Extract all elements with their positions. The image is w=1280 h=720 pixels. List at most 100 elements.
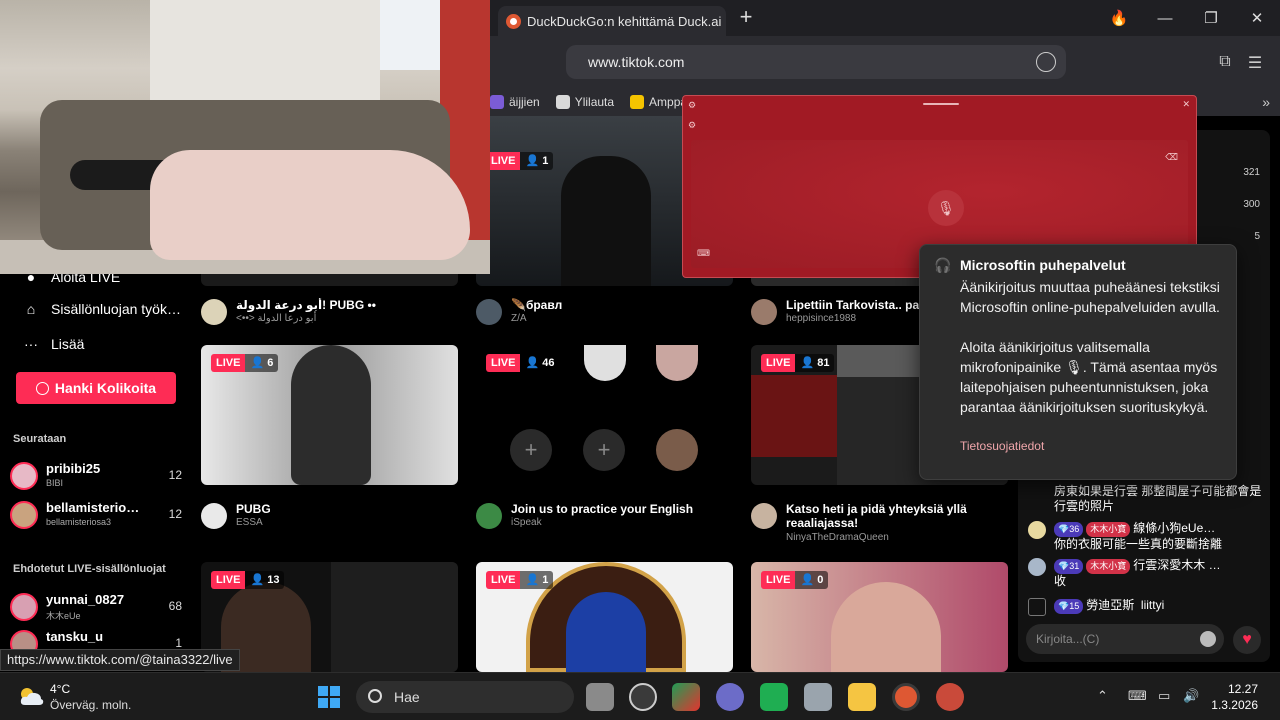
card-title: 🪶бравл: [511, 298, 563, 312]
live-card[interactable]: + + LIVE 👤 46: [476, 345, 733, 485]
network-icon[interactable]: ▭: [1158, 688, 1170, 704]
live-card[interactable]: LIVE 👤 6: [201, 345, 458, 485]
duckduckgo-icon[interactable]: [892, 683, 920, 711]
task-view-icon[interactable]: [586, 683, 614, 711]
url-field[interactable]: www.tiktok.com: [566, 45, 1066, 79]
menu-icon[interactable]: ☰: [1244, 53, 1266, 75]
restore-button[interactable]: ❐: [1188, 0, 1234, 36]
get-coins-button[interactable]: Hanki Kolikoita: [16, 372, 176, 404]
card-caption[interactable]: Katso heti ja pidä yhteyksiä yllä reaali…: [751, 502, 1008, 546]
ranking-count: 5: [1254, 231, 1260, 242]
weather-temp[interactable]: 4°C: [50, 682, 70, 696]
sidebar-item-creator-tools[interactable]: ⌂ Sisällönluojan työk…: [22, 300, 181, 318]
card-caption[interactable]: أبو درعة الدولة! PUBG •• <••> أبو درعا ا…: [201, 298, 458, 338]
avatar: [1028, 521, 1046, 539]
live-badge: LIVE 👤 1: [486, 152, 554, 170]
suggested-item[interactable]: yunnai_0827 木木eUe 68: [10, 591, 182, 623]
avatar: [751, 299, 777, 325]
add-guest-button[interactable]: +: [510, 429, 552, 471]
tab-title: DuckDuckGo:n kehittämä Duck.ai: [527, 13, 722, 29]
more-icon: ···: [24, 336, 38, 352]
level-badge: 💎31: [1054, 559, 1084, 574]
card-caption[interactable]: PUBG ESSA: [201, 502, 458, 542]
streamer-silhouette: [291, 345, 371, 485]
stream-tile: [331, 562, 458, 672]
card-caption[interactable]: Join us to practice your English iSpeak: [476, 502, 733, 542]
viewer-count: 13: [267, 574, 280, 586]
settings-icon[interactable]: ⚙: [688, 100, 696, 111]
app-icon[interactable]: [936, 683, 964, 711]
suggested-title: Ehdotetut LIVE-sisällönluojat: [13, 563, 166, 575]
card-caption[interactable]: 🪶бравл Z/A: [476, 298, 733, 338]
bookmark-label: Ylilauta: [574, 95, 615, 109]
bookmark-label: äijjien: [509, 95, 540, 109]
like-button[interactable]: ♥: [1233, 626, 1261, 654]
drag-handle[interactable]: [923, 103, 959, 105]
bookmarks-more-icon[interactable]: »: [1262, 94, 1270, 110]
following-item[interactable]: pribibi25 BIBI 12: [10, 460, 182, 492]
microphone-button[interactable]: 🎙: [928, 190, 964, 226]
live-badge: LIVE 👤 13: [211, 571, 285, 589]
viewer-count: 0: [817, 574, 824, 586]
chat-message: 房東如果是行雲 那整間屋子可能都會是行雲的照片: [1054, 484, 1262, 513]
app-icon[interactable]: [716, 683, 744, 711]
live-badge: LIVE 👤 6: [211, 354, 279, 372]
backspace-icon[interactable]: ⌫: [1165, 152, 1178, 163]
privacy-link[interactable]: Tietosuojatiedot: [960, 439, 1222, 453]
browser-tab[interactable]: DuckDuckGo:n kehittämä Duck.ai: [498, 6, 726, 36]
chat-message: 💎15 勞迪亞斯 liittyi: [1026, 598, 1264, 616]
microphone-icon: 🎙: [1065, 359, 1083, 375]
bookmark-icon: [630, 95, 645, 109]
viewer-count: 1: [542, 155, 549, 167]
app-icon[interactable]: [672, 683, 700, 711]
calculator-icon[interactable]: [804, 683, 832, 711]
tabs-icon[interactable]: ⧉: [1214, 53, 1236, 75]
minimize-button[interactable]: —: [1142, 0, 1188, 36]
chat-username[interactable]: 行雲深愛木木 …: [1133, 558, 1220, 572]
add-guest-button[interactable]: +: [583, 429, 625, 471]
app-icon[interactable]: [760, 683, 788, 711]
file-explorer-icon[interactable]: [848, 683, 876, 711]
avatar: [751, 503, 777, 529]
new-tab-button[interactable]: +: [732, 4, 760, 32]
bookmark-item[interactable]: äijjien: [490, 95, 540, 109]
duck-ai-icon[interactable]: [1036, 52, 1056, 72]
viewer-count: 46: [542, 357, 555, 369]
bookmark-item[interactable]: Ylilauta: [555, 95, 615, 109]
live-card[interactable]: LIVE 👤 0: [751, 562, 1008, 672]
sidebar-item-more[interactable]: ··· Lisää: [22, 335, 84, 353]
keyboard-icon[interactable]: ⌨: [1128, 688, 1147, 704]
level-badge: 💎15: [1054, 599, 1084, 614]
close-icon[interactable]: ✕: [1182, 99, 1190, 110]
tooltip-body: Aloita äänikirjoitus valitsemalla mikrof…: [960, 339, 1218, 415]
live-badge: LIVE 👤 1: [486, 571, 554, 589]
clock[interactable]: 12.27 1.3.2026: [1211, 681, 1258, 713]
app-icon[interactable]: [629, 683, 657, 711]
streamer-silhouette: [561, 156, 651, 286]
weather-text[interactable]: Överväg. moln.: [50, 698, 131, 712]
chevron-up-icon[interactable]: ⌃: [1097, 688, 1108, 704]
chat-input[interactable]: Kirjoita...(C): [1026, 624, 1224, 654]
card-subtitle: Z/A: [511, 313, 527, 324]
avatar: [201, 299, 227, 325]
live-card[interactable]: LIVE 👤 1: [476, 562, 733, 672]
following-item[interactable]: bellamisterio… bellamisteriosa3 12: [10, 499, 182, 531]
chat-username[interactable]: 線條小狗eUe…: [1133, 521, 1215, 535]
gear-icon[interactable]: ⚙: [688, 120, 696, 131]
chat-username[interactable]: 勞迪亞斯: [1086, 598, 1134, 612]
card-subtitle: ESSA: [236, 517, 263, 528]
close-button[interactable]: ✕: [1234, 0, 1280, 36]
streamer-silhouette: [831, 582, 941, 672]
bookmark-item[interactable]: Amppa: [630, 95, 687, 109]
keyboard-icon[interactable]: ⌨: [697, 248, 710, 259]
start-button[interactable]: [318, 686, 340, 708]
fire-icon[interactable]: 🔥: [1096, 0, 1142, 36]
card-subtitle: NinyaTheDramaQueen: [786, 532, 889, 543]
url-text: www.tiktok.com: [588, 54, 685, 70]
taskbar: 4°C Överväg. moln. Hae ⌃ ⌨ ▭ 🔊 12.27 1.3…: [0, 672, 1280, 720]
taskbar-search[interactable]: Hae: [356, 681, 574, 713]
emoji-icon[interactable]: [1200, 631, 1216, 647]
volume-icon[interactable]: 🔊: [1183, 688, 1199, 704]
weather-cloud-icon: [20, 688, 44, 705]
creator-tools-icon: ⌂: [26, 301, 36, 317]
